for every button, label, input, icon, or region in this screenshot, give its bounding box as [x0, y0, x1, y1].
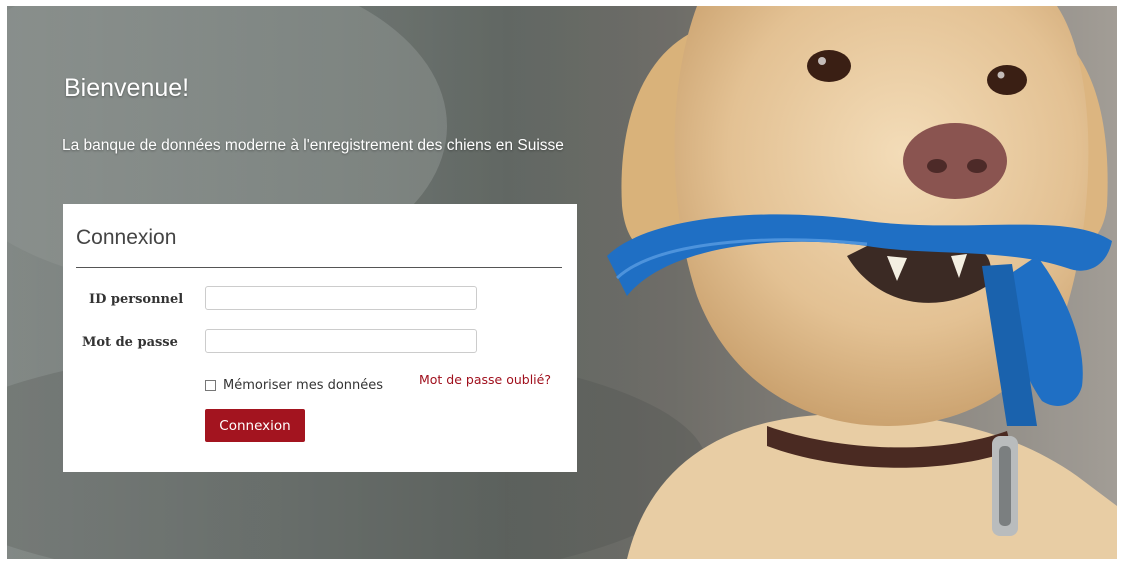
login-panel: Connexion ID personnel Mot de passe Mémo… — [63, 204, 577, 472]
remember-me[interactable]: Mémoriser mes données — [205, 378, 383, 393]
password-label: Mot de passe — [82, 335, 178, 350]
password-input[interactable] — [205, 329, 477, 353]
hero-banner: Bienvenue! La banque de données moderne … — [7, 6, 1117, 559]
tagline: La banque de données moderne à l'enregis… — [62, 137, 564, 154]
login-button[interactable]: Connexion — [205, 409, 305, 442]
login-divider — [76, 267, 562, 268]
forgot-password-link[interactable]: Mot de passe oublié? — [419, 372, 551, 387]
remember-checkbox[interactable] — [205, 380, 216, 391]
remember-label: Mémoriser mes données — [223, 378, 384, 393]
personal-id-label: ID personnel — [89, 292, 184, 307]
login-title: Connexion — [76, 226, 177, 249]
welcome-heading: Bienvenue! — [64, 74, 190, 102]
personal-id-input[interactable] — [205, 286, 477, 310]
